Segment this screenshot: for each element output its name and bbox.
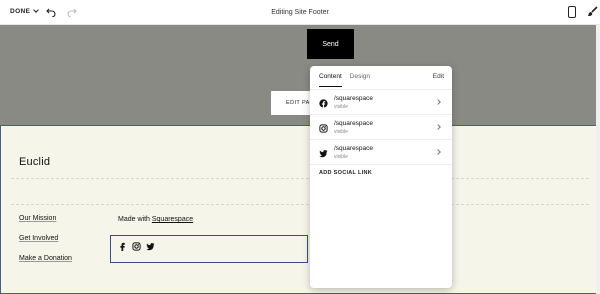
squarespace-link[interactable]: Squarespace <box>152 216 193 223</box>
chevron-right-icon <box>435 99 441 105</box>
footer-link-our-mission[interactable]: Our Mission <box>19 215 56 222</box>
footer-brand: Euclid <box>19 156 51 168</box>
social-link-item-facebook[interactable]: /squarespace visible <box>310 91 452 115</box>
site-footer[interactable]: Euclid Our Mission Get Involved Make a D… <box>0 125 600 294</box>
social-link-item-instagram[interactable]: /squarespace visible <box>310 116 452 140</box>
social-link-item-twitter[interactable]: /squarespace visible <box>310 141 452 165</box>
edit-button[interactable]: Edit <box>433 73 444 80</box>
made-with-text: Made with Squarespace <box>118 216 193 223</box>
twitter-icon[interactable] <box>146 242 155 251</box>
social-link-handle: /squarespace <box>334 145 374 152</box>
instagram-icon[interactable] <box>132 242 141 251</box>
social-links-panel: Content Design Edit /squarespace visible… <box>310 66 452 288</box>
panel-tabs: Content Design <box>319 73 370 87</box>
footer-link-make-donation[interactable]: Make a Donation <box>19 255 72 262</box>
divider <box>310 89 452 90</box>
made-with-prefix: Made with <box>118 216 152 223</box>
tab-design[interactable]: Design <box>350 73 370 87</box>
chevron-right-icon <box>435 149 441 155</box>
facebook-icon <box>319 99 328 108</box>
social-link-status: visible <box>334 129 348 135</box>
divider <box>11 178 589 179</box>
instagram-icon <box>319 124 328 133</box>
social-link-handle: /squarespace <box>334 120 374 127</box>
site-styles-brush-icon[interactable] <box>587 6 598 17</box>
send-button[interactable]: Send <box>307 29 354 59</box>
mobile-preview-icon[interactable] <box>568 6 576 18</box>
add-social-link-button[interactable]: ADD SOCIAL LINK <box>319 170 372 176</box>
chevron-right-icon <box>435 124 441 130</box>
footer-link-get-involved[interactable]: Get Involved <box>19 235 58 242</box>
twitter-icon <box>319 150 328 158</box>
divider <box>11 204 589 205</box>
editor-title: Editing Site Footer <box>271 9 329 16</box>
scrollbar[interactable] <box>596 25 600 294</box>
facebook-icon[interactable] <box>118 242 127 251</box>
editor-toolbar: DONE Editing Site Footer <box>0 0 600 25</box>
social-link-status: visible <box>334 154 348 160</box>
social-link-status: visible <box>334 104 348 110</box>
tab-content[interactable]: Content <box>319 73 342 87</box>
social-link-handle: /squarespace <box>334 95 374 102</box>
social-links-block[interactable] <box>110 235 308 263</box>
